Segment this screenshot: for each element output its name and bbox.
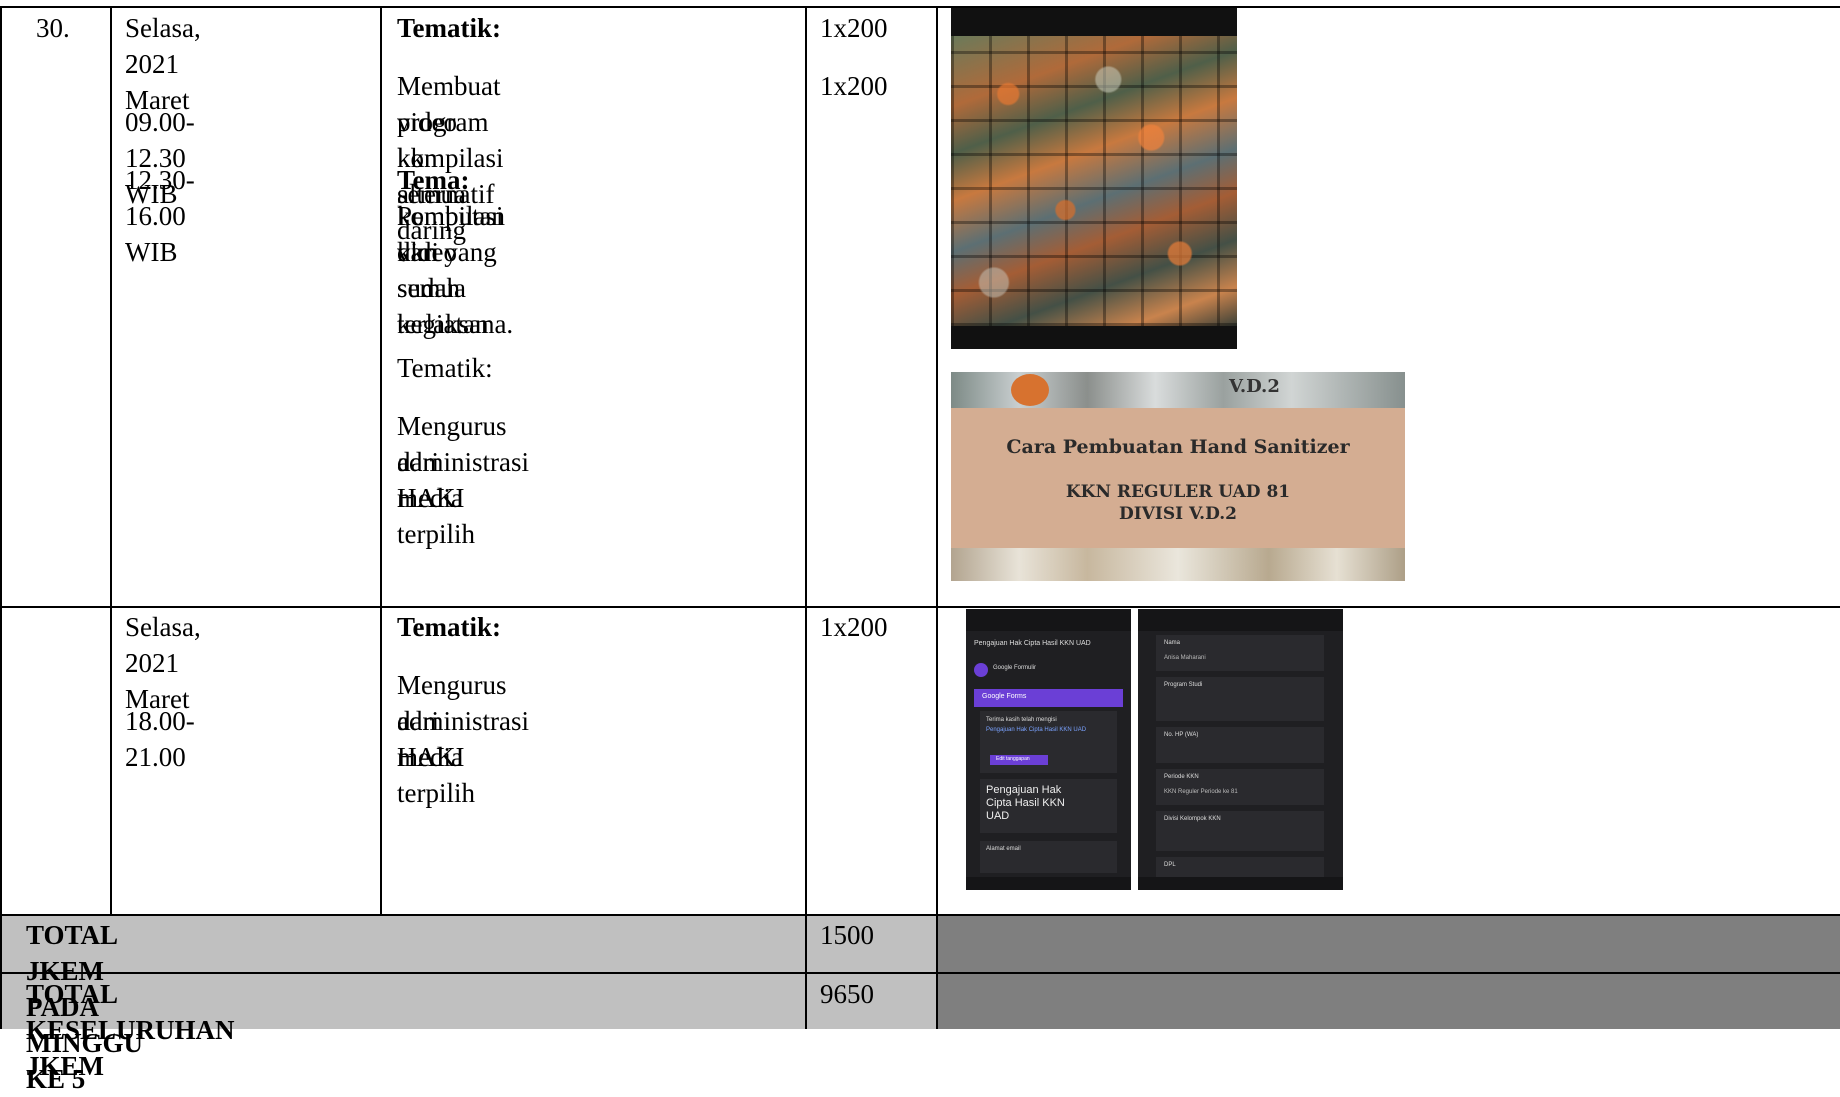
day-year: 2021 (125, 49, 179, 79)
thanks-card: Terima kasih telah mengisi Pengajuan Hak… (980, 711, 1117, 773)
field-label: No. HP (WA) (1164, 732, 1199, 738)
edit-response-label: Edit tanggapan (996, 756, 1030, 762)
time-slot: 18.00-21.00 (125, 706, 195, 772)
status-bar (1138, 609, 1343, 631)
field-label: Nama (1164, 640, 1181, 646)
tema-label: Tema: (397, 165, 470, 195)
collage-highlights (951, 36, 1237, 326)
tema-text: kkn yang sudah terlaksana. (397, 237, 514, 339)
field-card: No. HP (WA) (1156, 727, 1324, 763)
col-divider (805, 6, 807, 1029)
row-divider (0, 606, 1840, 608)
form-big-title: Pengajuan Hak Cipta Hasil KKN UAD (986, 784, 1065, 822)
email-field-label: Alamat email (986, 846, 1021, 852)
jkem-value: 1x200 (820, 71, 888, 101)
forms-bar-label: Google Forms (982, 693, 1027, 700)
sender-avatar (974, 663, 988, 677)
field-card: DPL (1156, 857, 1324, 877)
banner-subtitle: KKN REGULER UAD 81 (1065, 482, 1291, 502)
field-label: Periode KKN (1164, 774, 1199, 780)
banner-bottom-strip (951, 548, 1405, 581)
total-all-blank-cell (937, 973, 1840, 1029)
activity-desc: dari media terpilih (397, 706, 475, 808)
activity-heading: Tematik: (397, 13, 502, 43)
total-week-blank-cell (937, 915, 1840, 973)
form-fields-screenshot: Nama Anisa Maharani Program Studi No. HP… (1138, 609, 1343, 890)
field-value: Anisa Maharani (1164, 655, 1206, 661)
activity-desc: dari media terpilih (397, 447, 475, 549)
activity-heading: Tematik: (397, 353, 493, 383)
col-divider (0, 6, 2, 1029)
field-label: DPL (1164, 862, 1176, 868)
row-divider (0, 914, 1840, 916)
edit-response-button: Edit tanggapan (990, 755, 1048, 765)
status-bar (966, 609, 1131, 631)
field-value: KKN Reguler Periode ke 81 (1164, 789, 1238, 795)
email-subject: Pengajuan Hak Cipta Hasil KKN UAD (974, 640, 1091, 647)
form-title-card: Pengajuan Hak Cipta Hasil KKN UAD (980, 779, 1117, 833)
kkn-collage-photo (951, 8, 1237, 349)
col-divider (110, 6, 112, 916)
jkem-value: 1x200 (820, 13, 888, 43)
banner-title: Cara Pembuatan Hand Sanitizer (1006, 436, 1350, 458)
col-divider (380, 6, 382, 916)
field-card: Divisi Kelompok KKN (1156, 811, 1324, 851)
table-border-top (0, 6, 1840, 8)
field-card: Nama Anisa Maharani (1156, 635, 1324, 671)
field-label: Divisi Kelompok KKN (1164, 816, 1221, 822)
field-card: Program Studi (1156, 677, 1324, 721)
total-all-value: 9650 (820, 979, 874, 1009)
row-number: 30. (36, 13, 70, 43)
total-week-value: 1500 (820, 920, 874, 950)
form-confirmation-screenshot: Pengajuan Hak Cipta Hasil KKN UAD Google… (966, 609, 1131, 890)
forms-bar: Google Forms (974, 689, 1123, 707)
col-divider (936, 6, 938, 1029)
email-field-card: Alamat email (980, 841, 1117, 873)
sender-name: Google Formulir (993, 665, 1037, 671)
row-divider (0, 972, 1840, 974)
activity-heading: Tematik: (397, 612, 502, 642)
banner-division: DIVISI V.D.2 (1118, 504, 1237, 524)
form-link: Pengajuan Hak Cipta Hasil KKN UAD (986, 727, 1087, 733)
nav-bar (966, 877, 1131, 890)
hand-sanitizer-banner: V.D.2 Cara Pembuatan Hand Sanitizer KKN … (951, 372, 1405, 581)
banner-corner-label: V.D.2 (1229, 376, 1280, 397)
time-slot: 12.30-16.00 WIB (125, 165, 195, 267)
jkem-value: 1x200 (820, 612, 888, 642)
field-card: Periode KKN KKN Reguler Periode ke 81 (1156, 769, 1324, 805)
field-label: Program Studi (1164, 682, 1203, 688)
day-year: 2021 (125, 648, 179, 678)
banner-cartoon-icon (1011, 374, 1049, 406)
nav-bar (1138, 877, 1343, 890)
total-all-label: TOTAL KESELURUHAN JKEM (26, 979, 235, 1081)
thanks-text: Terima kasih telah mengisi (986, 717, 1057, 723)
